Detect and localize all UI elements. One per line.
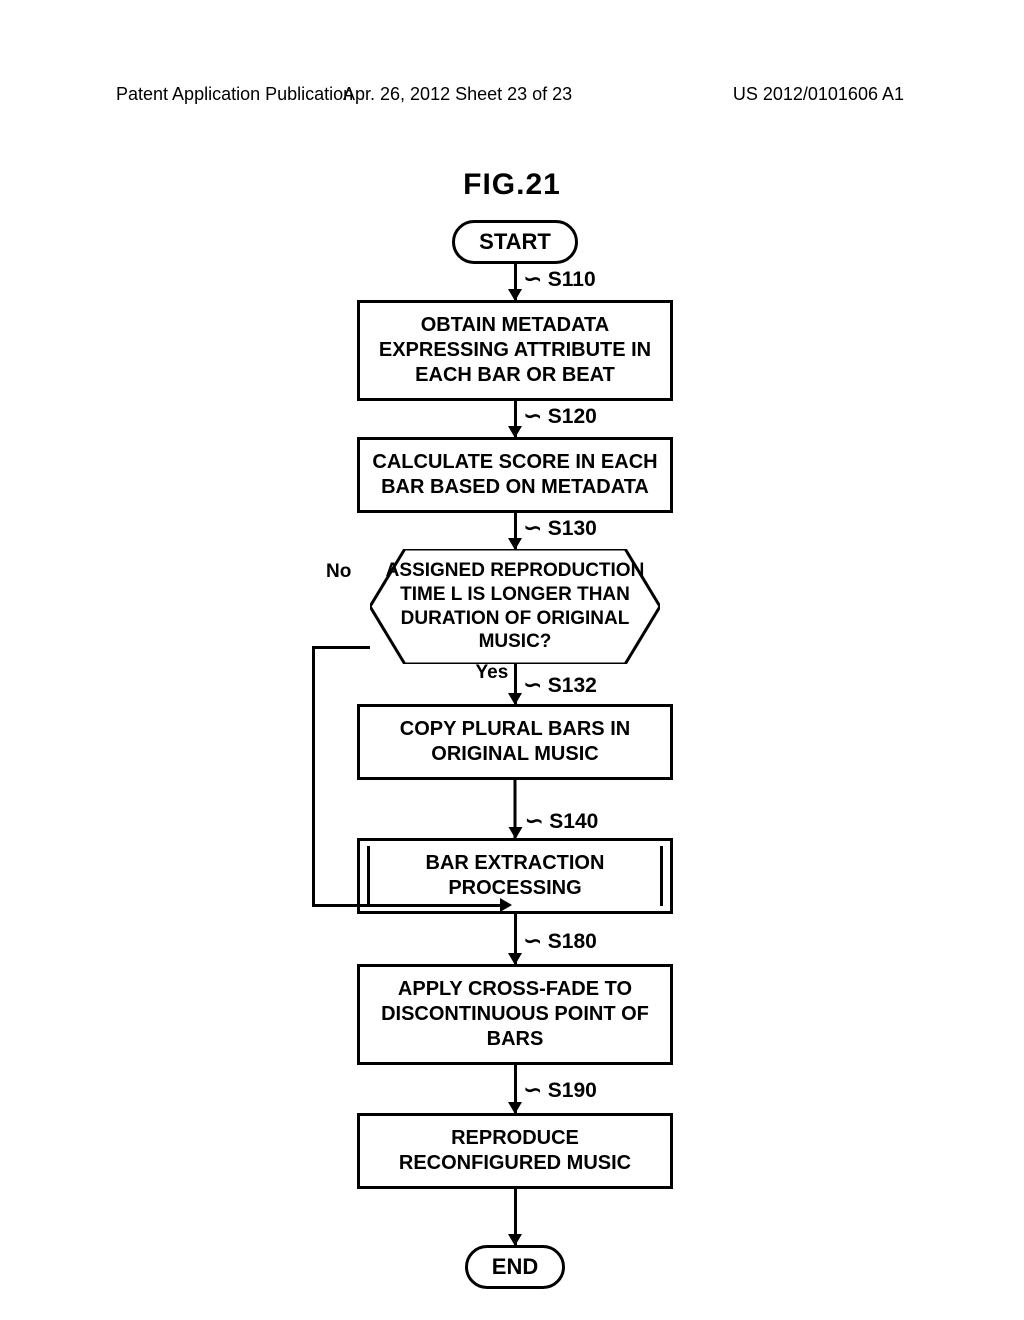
decision-text: ASSIGNED REPRODUCTION TIME L IS LONGER T… <box>386 560 645 652</box>
process-s190: REPRODUCE RECONFIGURED MUSIC <box>357 1113 673 1189</box>
process-s120: CALCULATE SCORE IN EACH BAR BASED ON MET… <box>357 437 673 513</box>
label-s190: ∽ S190 <box>524 1077 597 1103</box>
arrow <box>514 1189 517 1245</box>
process-s132: COPY PLURAL BARS IN ORIGINAL MUSIC <box>357 704 673 780</box>
label-s130: ∽ S130 <box>524 515 597 541</box>
label-s120: ∽ S120 <box>524 403 597 429</box>
header-date-sheet: Apr. 26, 2012 Sheet 23 of 23 <box>343 84 572 105</box>
label-yes: Yes <box>476 662 509 684</box>
arrow <box>514 664 517 704</box>
process-s180: APPLY CROSS-FADE TO DISCONTINUOUS POINT … <box>357 964 673 1065</box>
arrow <box>514 1065 517 1113</box>
arrow <box>514 914 517 964</box>
label-s110: ∽ S110 <box>524 266 596 292</box>
no-branch-v <box>312 646 315 906</box>
arrow <box>514 810 517 838</box>
process-s110: OBTAIN METADATA EXPRESSING ATTRIBUTE IN … <box>357 300 673 401</box>
no-branch-h1 <box>312 646 370 649</box>
decision-s130: ASSIGNED REPRODUCTION TIME L IS LONGER T… <box>370 549 660 664</box>
decision-s130-wrap: ASSIGNED REPRODUCTION TIME L IS LONGER T… <box>370 549 660 664</box>
label-s180: ∽ S180 <box>524 928 597 954</box>
header-patent-num: US 2012/0101606 A1 <box>733 84 904 105</box>
terminator-end: END <box>465 1245 565 1289</box>
figure-title: FIG.21 <box>463 168 561 202</box>
no-branch-arrowhead <box>500 898 512 912</box>
no-branch-h2 <box>312 904 502 907</box>
subprocess-s140: BAR EXTRACTION PROCESSING <box>357 838 673 914</box>
arrow <box>514 401 517 437</box>
patent-page: Patent Application Publication Apr. 26, … <box>0 0 1024 1320</box>
terminator-start: START <box>452 220 578 264</box>
arrow <box>514 264 517 300</box>
flowchart: START ∽ S110 OBTAIN METADATA EXPRESSING … <box>330 220 700 1289</box>
label-s132: ∽ S132 <box>524 672 597 698</box>
label-s140: ∽ S140 <box>525 808 598 834</box>
arrow <box>514 513 517 549</box>
header-publication: Patent Application Publication <box>116 84 353 105</box>
label-no: No <box>326 561 351 583</box>
